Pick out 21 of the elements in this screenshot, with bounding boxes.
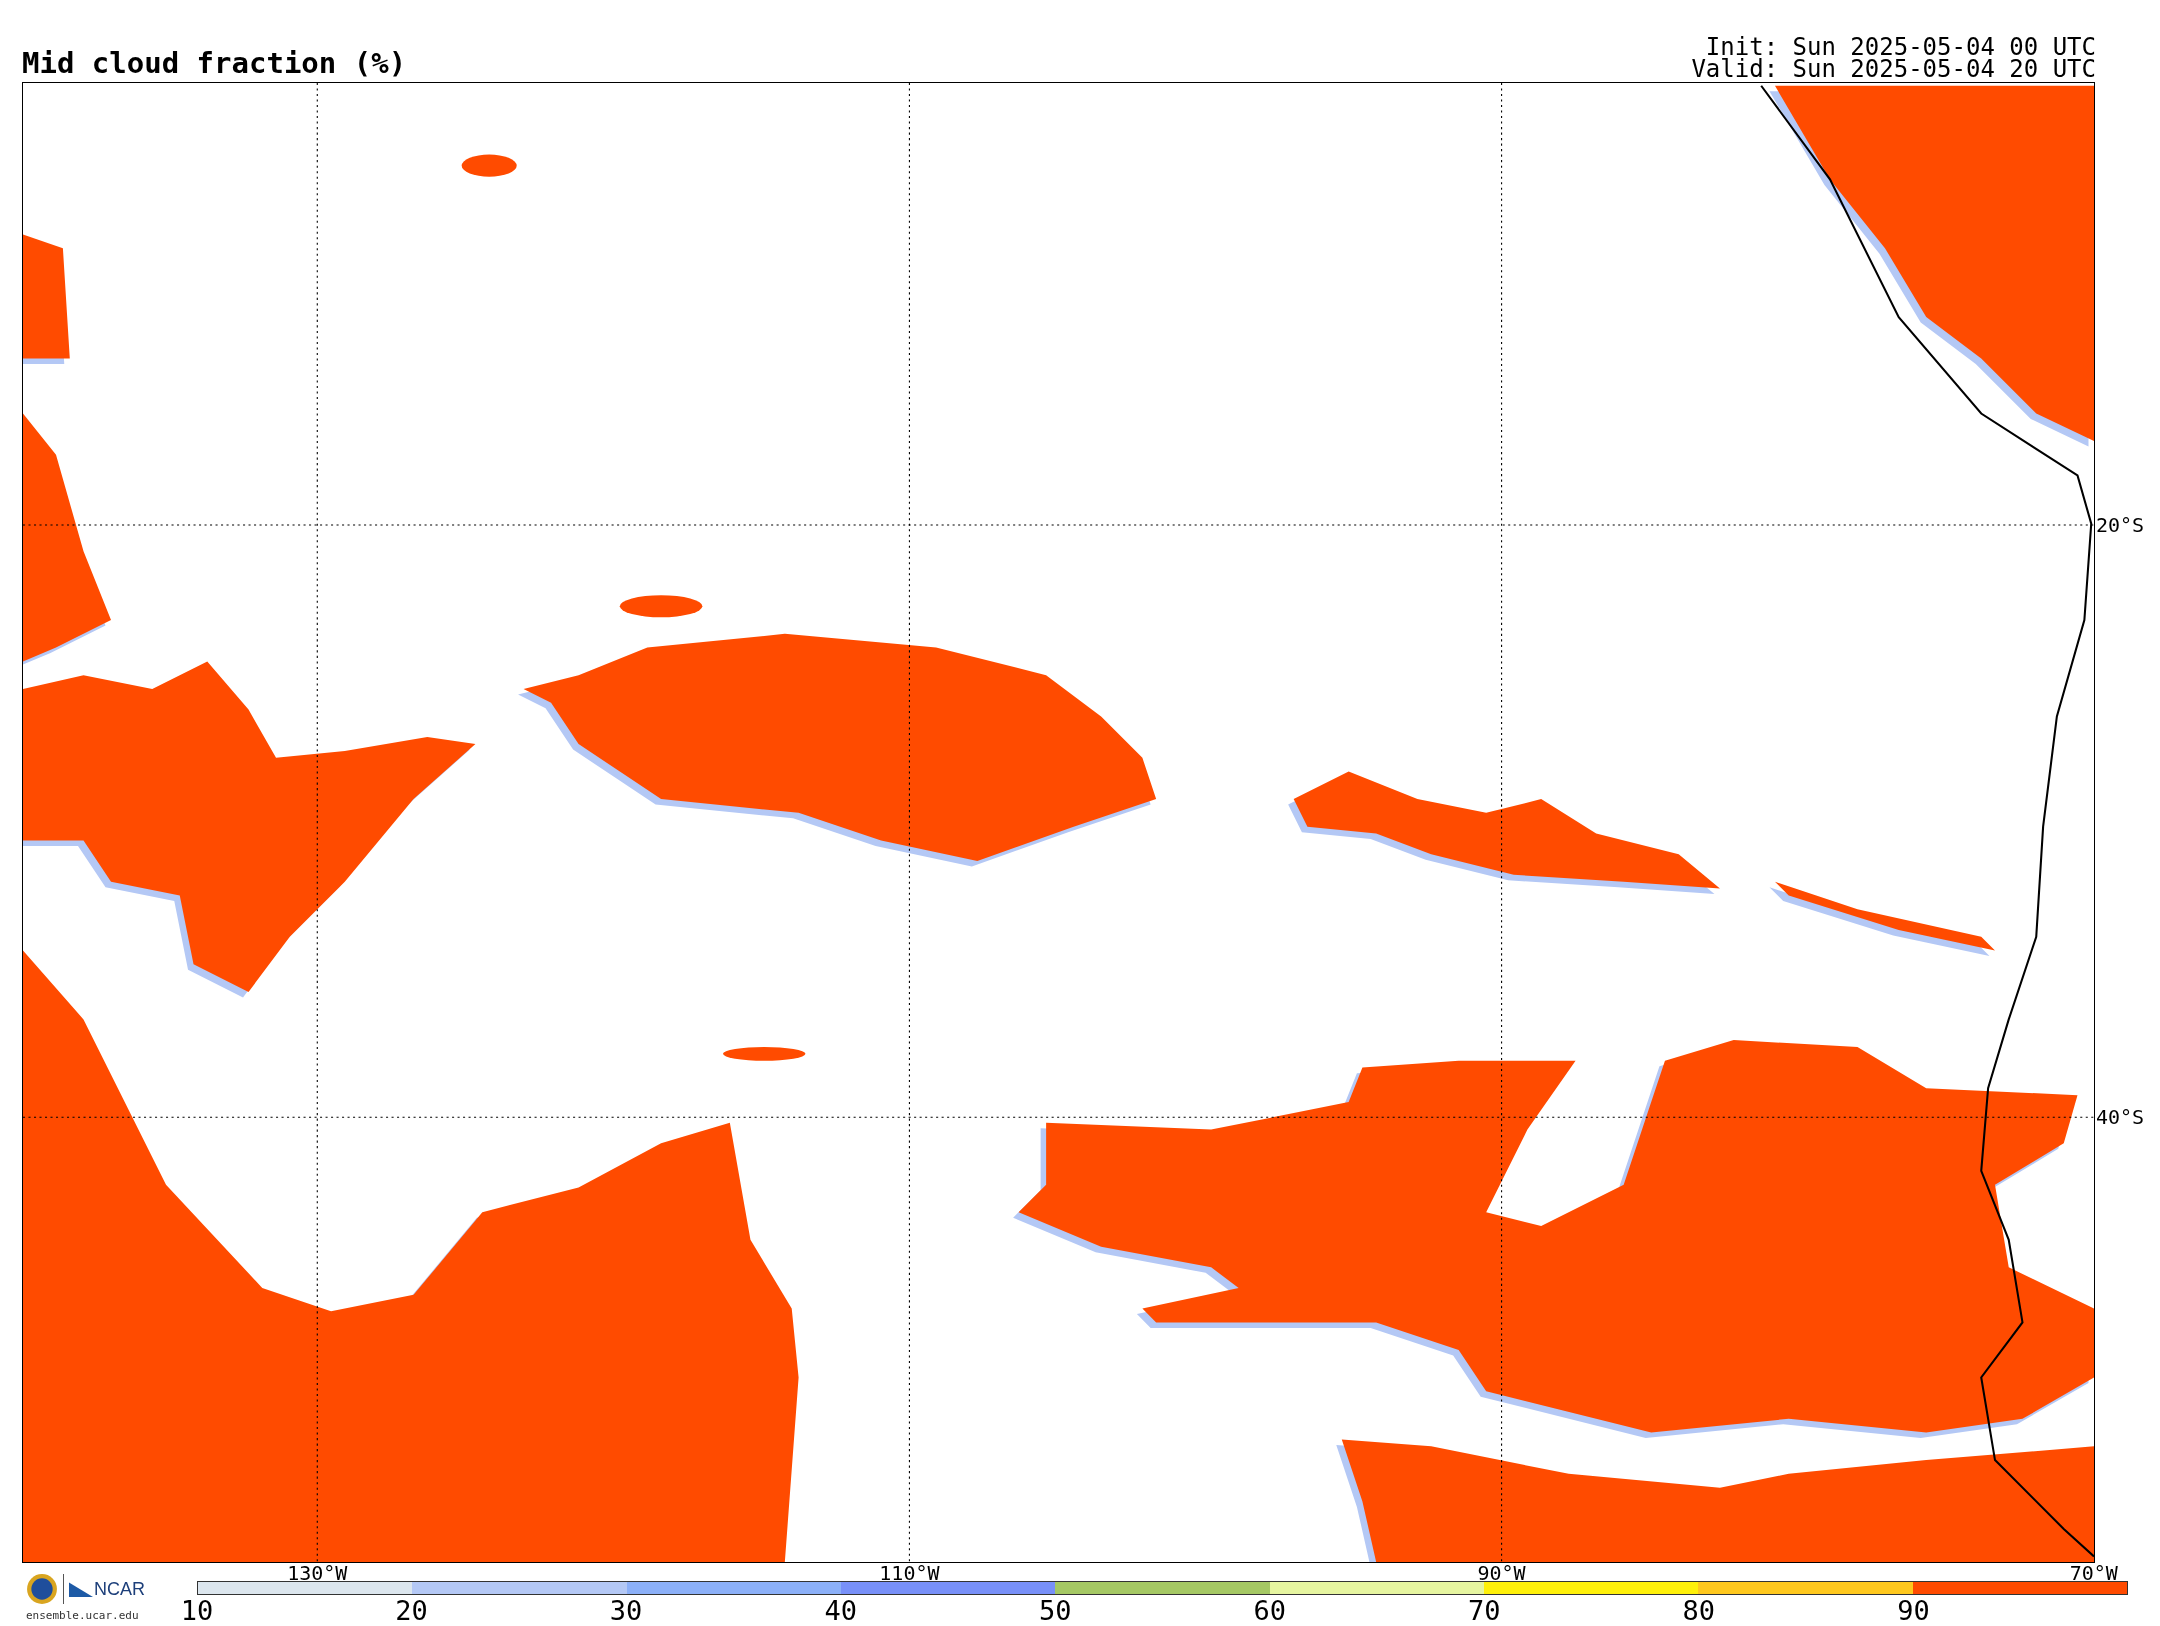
latitude-label: 40°S xyxy=(2095,1105,2145,1130)
longitude-label: 90°W xyxy=(1477,1563,1526,1583)
logo-text: NCAR xyxy=(94,1578,145,1600)
colorbar-tick-label: 60 xyxy=(1253,1596,1286,1626)
longitude-label: 130°W xyxy=(287,1563,348,1583)
latitude-label: 20°S xyxy=(2095,513,2145,538)
map-title: Mid cloud fraction (%) xyxy=(22,49,407,82)
seal-icon xyxy=(26,1573,58,1605)
colorbar-tick-label: 20 xyxy=(395,1596,428,1626)
colorbar-tick-label: 50 xyxy=(1038,1596,1072,1626)
colorbar-tick-label: 10 xyxy=(180,1596,214,1626)
init-time: Init: Sun 2025-05-04 00 UTC xyxy=(1705,36,2096,58)
site-url: ensemble.ucar.edu xyxy=(26,1609,140,1622)
longitude-label: 110°W xyxy=(879,1563,940,1583)
longitude-label: 70°W xyxy=(2069,1563,2118,1583)
colorbar-tick-label: 30 xyxy=(609,1596,643,1626)
colorbar-tick-label: 90 xyxy=(1897,1596,1930,1626)
colorbar-tick-label: 40 xyxy=(824,1596,857,1626)
colorbar-tick-label: 80 xyxy=(1682,1596,1716,1626)
valid-time: Valid: Sun 2025-05-04 20 UTC xyxy=(1691,58,2096,80)
colorbar-tick-label: 70 xyxy=(1468,1596,1501,1626)
